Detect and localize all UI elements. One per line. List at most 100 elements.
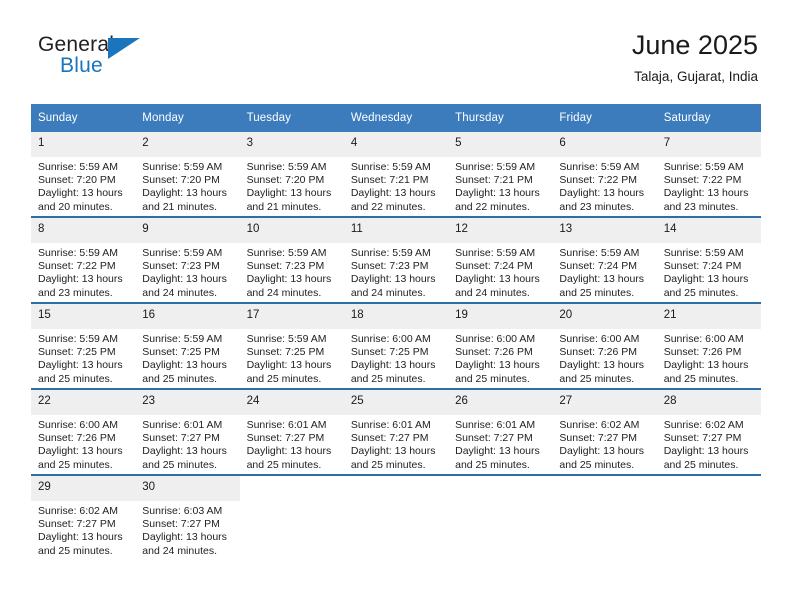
daylight-text-line1: Daylight: 13 hours <box>663 445 749 458</box>
day-number: 10 <box>239 218 344 243</box>
day-cell[interactable]: 30 Sunrise: 6:03 AM Sunset: 7:27 PM Dayl… <box>135 476 240 560</box>
sunset-text: Sunset: 7:23 PM <box>246 260 325 273</box>
day-cell[interactable]: 20 Sunrise: 6:00 AM Sunset: 7:26 PM Dayl… <box>552 304 657 388</box>
daylight-text-line1: Daylight: 13 hours <box>663 187 749 200</box>
sunrise-text: Sunrise: 5:59 AM <box>38 247 118 259</box>
calendar-page: General Blue June 2025 Talaja, Gujarat, … <box>0 0 792 612</box>
day-number: 3 <box>239 132 344 157</box>
day-number: 4 <box>343 132 449 157</box>
day-cell[interactable]: 22 Sunrise: 6:00 AM Sunset: 7:26 PM Dayl… <box>31 390 136 474</box>
day-cell[interactable]: 11 Sunrise: 5:59 AM Sunset: 7:23 PM Dayl… <box>343 218 449 302</box>
day-cell[interactable]: 8 Sunrise: 5:59 AM Sunset: 7:22 PM Dayli… <box>31 218 136 302</box>
day-number: 26 <box>448 390 553 415</box>
daylight-text-line1: Daylight: 13 hours <box>663 359 749 372</box>
day-cell-empty <box>343 476 449 560</box>
sunset-text: Sunset: 7:24 PM <box>559 260 638 273</box>
daylight-text-line2: and 25 minutes. <box>142 372 217 385</box>
sunset-text: Sunset: 7:23 PM <box>350 260 429 273</box>
day-details: Sunrise: 5:59 AM Sunset: 7:23 PM Dayligh… <box>344 243 448 300</box>
day-cell[interactable]: 19 Sunrise: 6:00 AM Sunset: 7:26 PM Dayl… <box>448 304 553 388</box>
day-cell[interactable]: 1 Sunrise: 5:59 AM Sunset: 7:20 PM Dayli… <box>31 132 136 216</box>
calendar-body: 1 Sunrise: 5:59 AM Sunset: 7:20 PM Dayli… <box>31 132 761 560</box>
sunrise-text: Sunrise: 6:00 AM <box>455 333 536 345</box>
sunset-text: Sunset: 7:27 PM <box>663 432 742 445</box>
sunset-text: Sunset: 7:22 PM <box>663 174 742 187</box>
day-cell[interactable]: 2 Sunrise: 5:59 AM Sunset: 7:20 PM Dayli… <box>135 132 240 216</box>
day-number: 12 <box>448 218 553 243</box>
sunrise-text: Sunrise: 5:59 AM <box>455 161 536 173</box>
day-cell[interactable]: 23 Sunrise: 6:01 AM Sunset: 7:27 PM Dayl… <box>135 390 240 474</box>
day-cell[interactable]: 3 Sunrise: 5:59 AM Sunset: 7:20 PM Dayli… <box>239 132 344 216</box>
calendar-week-row: 29 Sunrise: 6:02 AM Sunset: 7:27 PM Dayl… <box>31 474 761 560</box>
sunset-text: Sunset: 7:24 PM <box>663 260 742 273</box>
daylight-text-line1: Daylight: 13 hours <box>38 445 123 458</box>
day-cell[interactable]: 4 Sunrise: 5:59 AM Sunset: 7:21 PM Dayli… <box>343 132 449 216</box>
day-cell[interactable]: 12 Sunrise: 5:59 AM Sunset: 7:24 PM Dayl… <box>448 218 553 302</box>
sunrise-text: Sunrise: 5:59 AM <box>350 161 431 173</box>
sunrise-text: Sunrise: 6:02 AM <box>559 419 640 431</box>
day-number: 16 <box>135 304 240 329</box>
day-cell[interactable]: 13 Sunrise: 5:59 AM Sunset: 7:24 PM Dayl… <box>552 218 657 302</box>
daylight-text-line2: and 25 minutes. <box>455 458 530 471</box>
day-cell[interactable]: 6 Sunrise: 5:59 AM Sunset: 7:22 PM Dayli… <box>552 132 657 216</box>
weekday-header-thursday: Thursday <box>448 104 553 132</box>
daylight-text-line2: and 24 minutes. <box>246 286 322 299</box>
day-number: 2 <box>135 132 240 157</box>
sunset-text: Sunset: 7:26 PM <box>663 346 742 359</box>
day-cell-empty <box>552 476 657 560</box>
day-cell[interactable]: 27 Sunrise: 6:02 AM Sunset: 7:27 PM Dayl… <box>552 390 657 474</box>
day-details: Sunrise: 5:59 AM Sunset: 7:22 PM Dayligh… <box>31 243 135 300</box>
day-number: 20 <box>552 304 657 329</box>
daylight-text-line1: Daylight: 13 hours <box>246 187 332 200</box>
day-number: 8 <box>31 218 136 243</box>
daylight-text-line1: Daylight: 13 hours <box>142 187 227 200</box>
day-number <box>552 476 657 501</box>
sunset-text: Sunset: 7:25 PM <box>38 346 116 359</box>
day-details: Sunrise: 6:02 AM Sunset: 7:27 PM Dayligh… <box>31 501 135 558</box>
day-cell[interactable]: 9 Sunrise: 5:59 AM Sunset: 7:23 PM Dayli… <box>135 218 240 302</box>
day-details: Sunrise: 5:59 AM Sunset: 7:20 PM Dayligh… <box>240 157 344 214</box>
day-number <box>656 476 761 501</box>
day-cell[interactable]: 25 Sunrise: 6:01 AM Sunset: 7:27 PM Dayl… <box>343 390 449 474</box>
calendar-week-row: 1 Sunrise: 5:59 AM Sunset: 7:20 PM Dayli… <box>31 132 761 217</box>
day-details: Sunrise: 6:01 AM Sunset: 7:27 PM Dayligh… <box>240 415 344 472</box>
day-number: 29 <box>31 476 136 501</box>
day-cell[interactable]: 21 Sunrise: 6:00 AM Sunset: 7:26 PM Dayl… <box>656 304 761 388</box>
day-cell[interactable]: 26 Sunrise: 6:01 AM Sunset: 7:27 PM Dayl… <box>448 390 553 474</box>
day-details: Sunrise: 5:59 AM Sunset: 7:22 PM Dayligh… <box>552 157 656 214</box>
sunrise-sunset-calendar-table: Sunday Monday Tuesday Wednesday Thursday… <box>31 104 761 560</box>
day-number: 18 <box>343 304 449 329</box>
day-details: Sunrise: 5:59 AM Sunset: 7:21 PM Dayligh… <box>448 157 552 214</box>
daylight-text-line1: Daylight: 13 hours <box>246 273 332 286</box>
day-cell[interactable]: 7 Sunrise: 5:59 AM Sunset: 7:22 PM Dayli… <box>656 132 761 216</box>
day-cell[interactable]: 16 Sunrise: 5:59 AM Sunset: 7:25 PM Dayl… <box>135 304 240 388</box>
day-details: Sunrise: 6:03 AM Sunset: 7:27 PM Dayligh… <box>135 501 239 558</box>
day-number: 30 <box>135 476 240 501</box>
daylight-text-line1: Daylight: 13 hours <box>663 273 749 286</box>
day-number: 22 <box>31 390 136 415</box>
daylight-text-line1: Daylight: 13 hours <box>559 445 645 458</box>
day-cell[interactable]: 5 Sunrise: 5:59 AM Sunset: 7:21 PM Dayli… <box>448 132 553 216</box>
day-cell[interactable]: 29 Sunrise: 6:02 AM Sunset: 7:27 PM Dayl… <box>31 476 136 560</box>
general-blue-logo[interactable]: General Blue <box>38 33 158 81</box>
sunrise-text: Sunrise: 6:03 AM <box>142 505 223 517</box>
daylight-text-line1: Daylight: 13 hours <box>38 531 123 544</box>
sunset-text: Sunset: 7:25 PM <box>142 346 220 359</box>
day-cell[interactable]: 10 Sunrise: 5:59 AM Sunset: 7:23 PM Dayl… <box>239 218 344 302</box>
daylight-text-line1: Daylight: 13 hours <box>559 187 645 200</box>
sunrise-text: Sunrise: 6:00 AM <box>350 333 431 345</box>
day-details: Sunrise: 5:59 AM Sunset: 7:22 PM Dayligh… <box>657 157 761 214</box>
day-details: Sunrise: 5:59 AM Sunset: 7:23 PM Dayligh… <box>240 243 344 300</box>
daylight-text-line1: Daylight: 13 hours <box>142 531 227 544</box>
day-cell[interactable]: 24 Sunrise: 6:01 AM Sunset: 7:27 PM Dayl… <box>239 390 344 474</box>
day-cell[interactable]: 28 Sunrise: 6:02 AM Sunset: 7:27 PM Dayl… <box>656 390 761 474</box>
sunset-text: Sunset: 7:20 PM <box>246 174 325 187</box>
sunrise-text: Sunrise: 6:01 AM <box>142 419 223 431</box>
day-cell[interactable]: 18 Sunrise: 6:00 AM Sunset: 7:25 PM Dayl… <box>343 304 449 388</box>
day-cell[interactable]: 15 Sunrise: 5:59 AM Sunset: 7:25 PM Dayl… <box>31 304 136 388</box>
day-cell[interactable]: 14 Sunrise: 5:59 AM Sunset: 7:24 PM Dayl… <box>656 218 761 302</box>
day-cell[interactable]: 17 Sunrise: 5:59 AM Sunset: 7:25 PM Dayl… <box>239 304 344 388</box>
brand-triangle-icon <box>108 38 140 59</box>
sunset-text: Sunset: 7:27 PM <box>38 518 116 531</box>
daylight-text-line2: and 25 minutes. <box>455 372 530 385</box>
